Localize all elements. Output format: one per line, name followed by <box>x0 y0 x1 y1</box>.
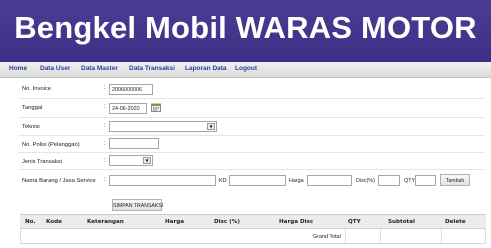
tanggal-label: Tanggal <box>22 105 43 111</box>
disc-label: Disc(%) <box>356 178 375 184</box>
header-banner: Bengkel Mobil WARAS MOTOR <box>0 0 491 62</box>
colon: : <box>104 177 106 183</box>
nav-data-transaksi[interactable]: Data Transaksi <box>129 65 175 72</box>
polisi-field[interactable] <box>109 138 159 149</box>
row-divider <box>18 117 484 118</box>
dropdown-arrow-icon[interactable]: ▼ <box>143 157 151 164</box>
harga-label: Harga <box>289 178 304 184</box>
colon: : <box>104 158 106 164</box>
nav-laporan-data[interactable]: Laporan Data <box>185 65 227 72</box>
colon: : <box>104 104 106 110</box>
col-keterangan: Keterangan <box>87 219 124 225</box>
nav-data-master[interactable]: Data Master <box>81 65 118 72</box>
nav-bar: Home Data User Data Master Data Transaks… <box>0 62 491 78</box>
cell-divider <box>20 229 21 244</box>
barang-field[interactable] <box>109 175 216 186</box>
col-harga-disc: Harga Disc <box>279 219 314 225</box>
grand-total-row <box>20 229 486 244</box>
row-divider <box>18 169 484 170</box>
dropdown-arrow-icon[interactable]: ▼ <box>207 123 215 130</box>
row-divider <box>18 135 484 136</box>
simpan-transaksi-button[interactable]: SIMPAN TRANSAKSI <box>112 199 163 211</box>
teknisi-select[interactable]: ▼ <box>109 121 217 132</box>
nav-home[interactable]: Home <box>9 65 27 72</box>
nav-data-user[interactable]: Data User <box>40 65 70 72</box>
col-kode: Kode <box>46 219 62 225</box>
polisi-label: No. Polisi (Pelanggan) <box>22 142 80 148</box>
cell-divider <box>485 229 486 244</box>
barang-label: Nama Barang / Jasa Service <box>22 178 96 184</box>
colon: : <box>104 85 106 91</box>
tambah-button[interactable]: Tambah <box>440 174 470 186</box>
cell-divider <box>380 229 381 244</box>
calendar-icon[interactable] <box>151 103 161 112</box>
kd-field[interactable] <box>229 175 286 186</box>
invoice-field[interactable]: 2006000006 <box>109 84 153 95</box>
cell-divider <box>345 229 346 244</box>
tanggal-field[interactable]: 24-06-2020 <box>109 103 147 114</box>
teknisi-label: Teknisi <box>22 124 40 130</box>
col-disc: Disc (%) <box>214 219 240 225</box>
qty-label: QTY <box>404 178 416 184</box>
col-harga: Harga <box>165 219 184 225</box>
col-delete: Delete <box>445 219 466 225</box>
cell-divider <box>441 229 442 244</box>
jenis-label: Jenis Transaksi <box>22 159 62 165</box>
col-subtotal: Subtotal <box>388 219 415 225</box>
kd-label: KD <box>219 178 227 184</box>
invoice-label: No. Invoice <box>22 86 51 92</box>
row-divider <box>18 152 484 153</box>
col-no: No. <box>25 219 36 225</box>
harga-field[interactable] <box>307 175 352 186</box>
disc-field[interactable] <box>378 175 400 186</box>
app-title: Bengkel Mobil WARAS MOTOR <box>14 10 477 45</box>
col-qty: QTY <box>348 219 361 225</box>
table-header: No. Kode Keterangan Harga Disc (%) Harga… <box>20 214 486 229</box>
row-divider <box>18 98 484 99</box>
nav-logout[interactable]: Logout <box>235 65 257 72</box>
grand-total-label: Grand Total <box>313 234 341 240</box>
qty-field[interactable] <box>415 175 436 186</box>
colon: : <box>104 141 106 147</box>
colon: : <box>104 123 106 129</box>
jenis-select[interactable]: ▼ <box>109 155 153 166</box>
